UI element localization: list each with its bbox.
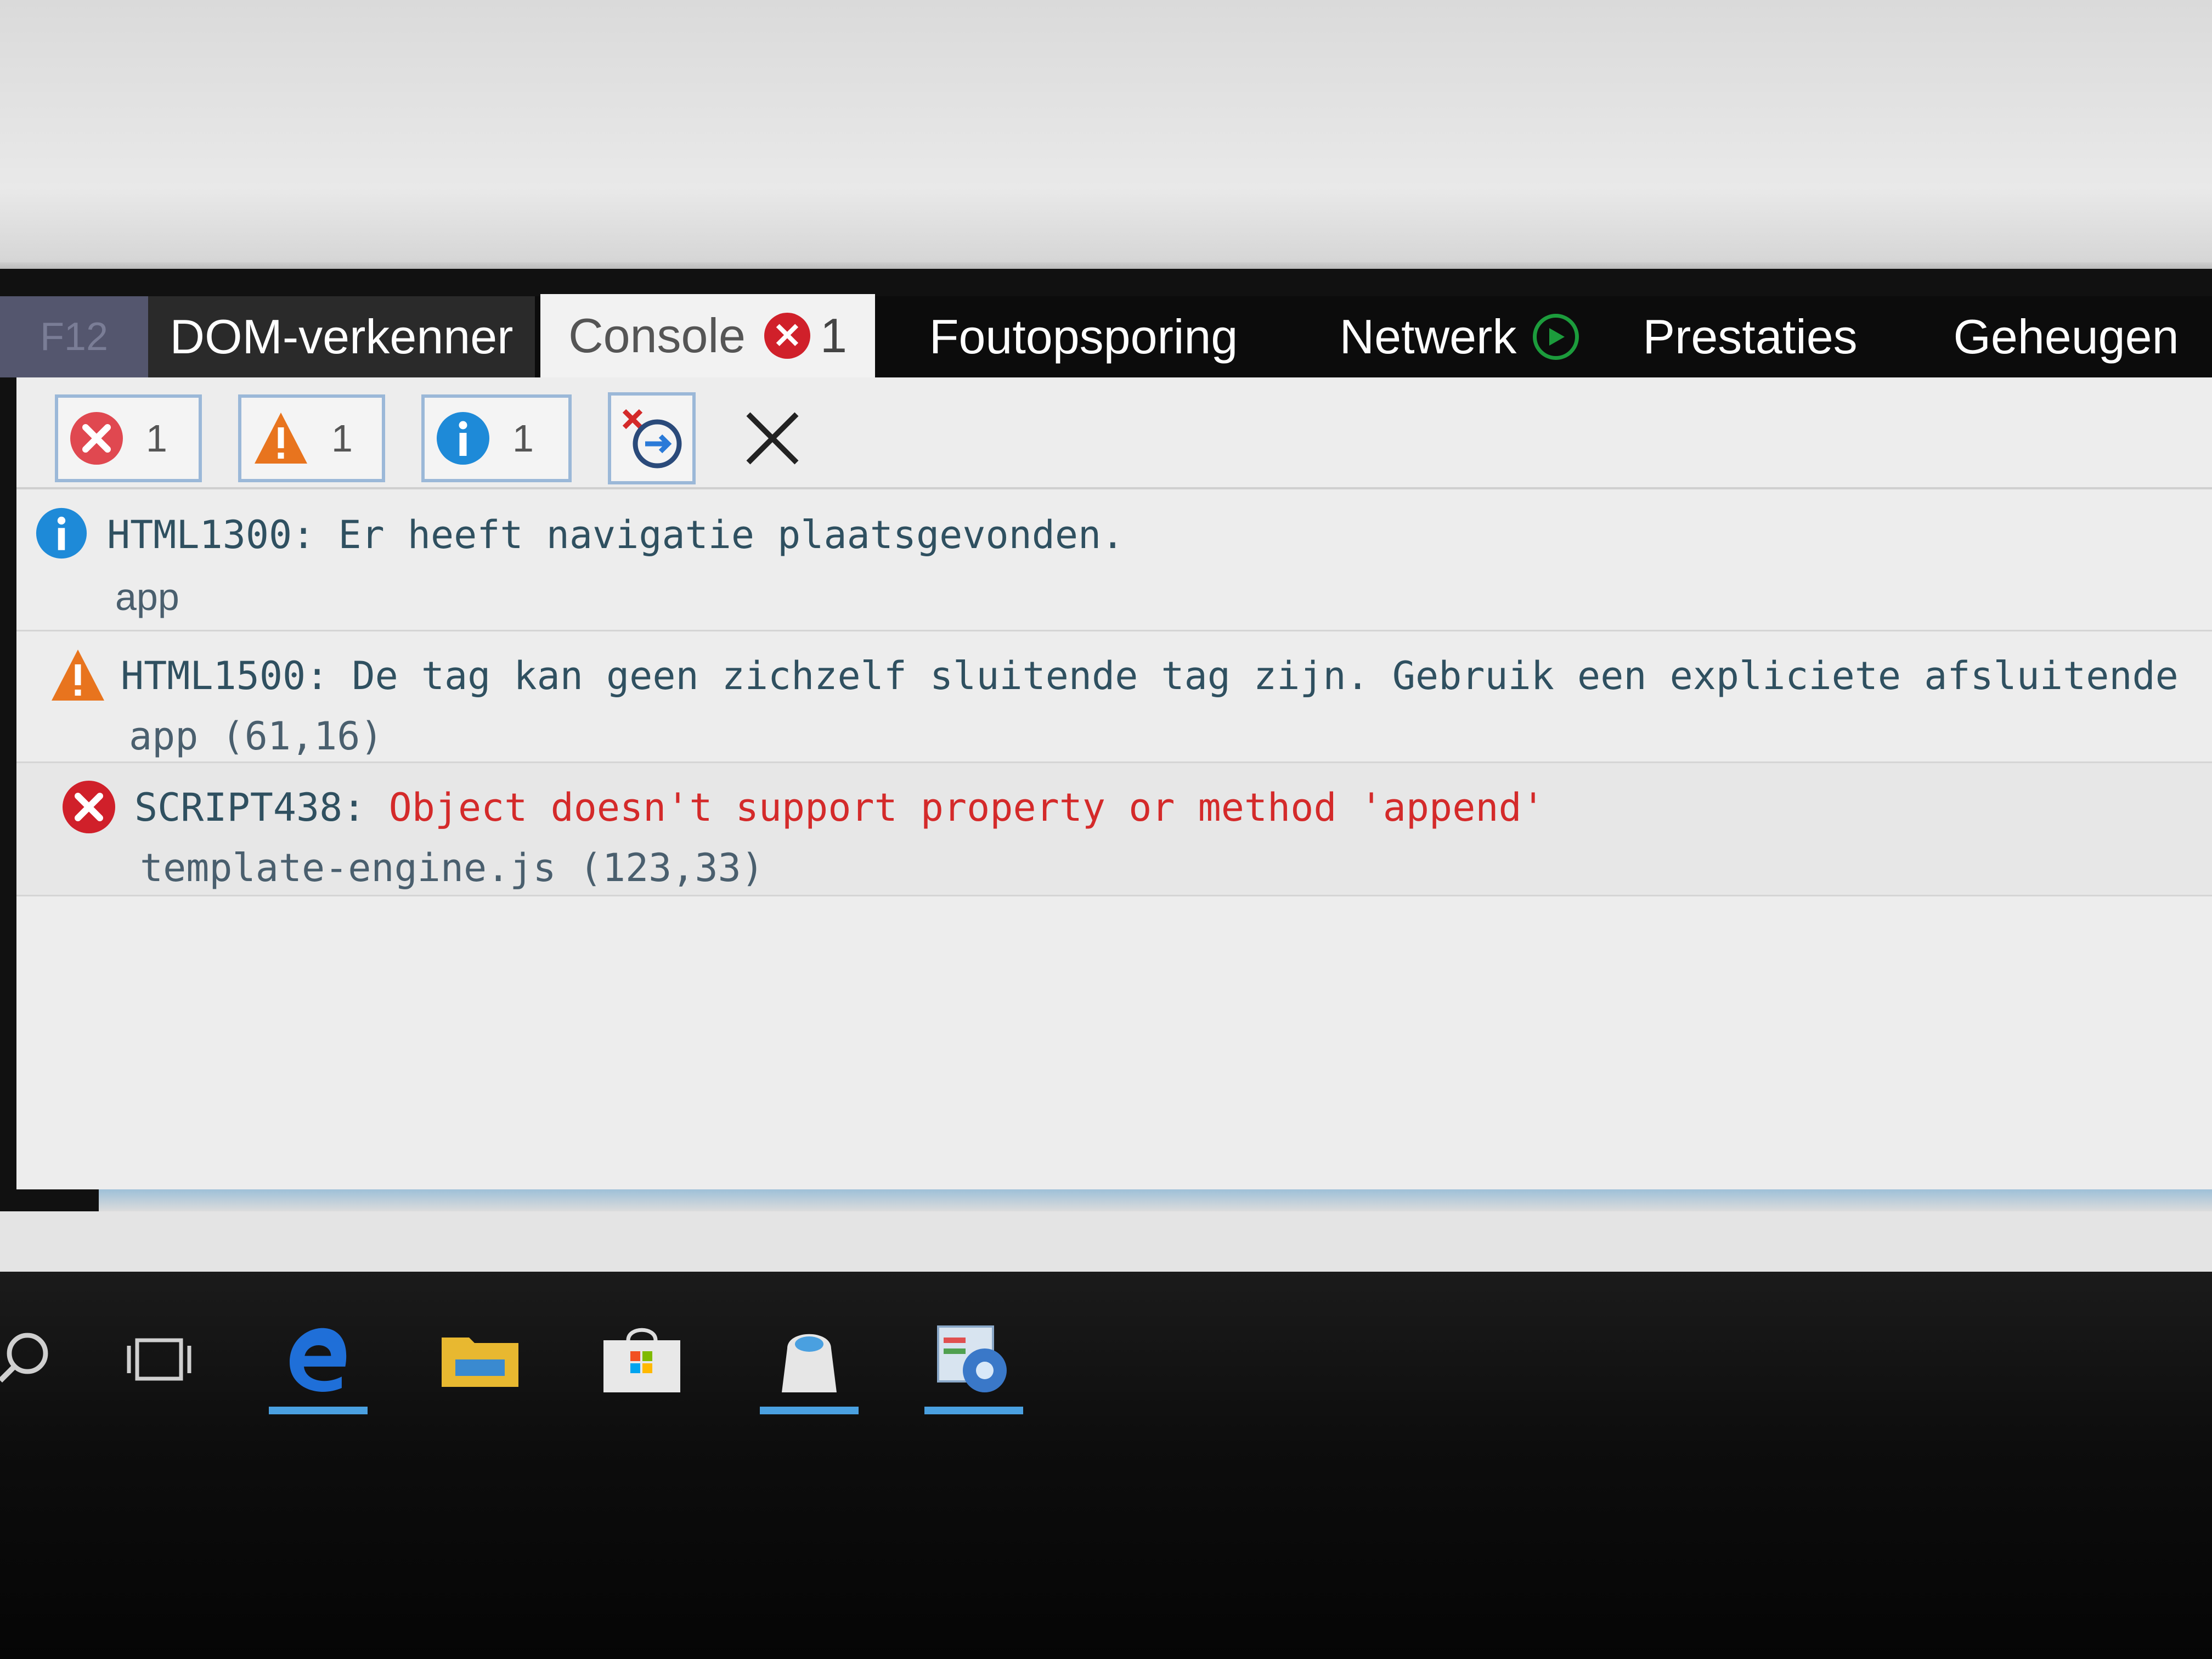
file-explorer-icon [442,1338,518,1387]
active-indicator [269,1407,368,1414]
tab-console[interactable]: Console ✕ 1 [540,294,875,377]
page-edge [0,262,2212,269]
filter-warnings-button[interactable]: 1 [238,394,385,482]
info-count: 1 [512,417,534,460]
message-line: HTML1300: Er heeft navigatie plaatsgevon… [107,512,1124,557]
control-panel-icon [937,1325,1007,1392]
edge-icon [290,1328,347,1392]
message-source[interactable]: app [115,575,179,619]
tab-dom-explorer[interactable]: DOM-verkenner [148,296,535,377]
message-line: SCRIPT438: Object doesn't support proper… [134,785,1545,830]
console-message-info[interactable]: HTML1300: Er heeft navigatie plaatsgevon… [16,493,2212,619]
console-message-warning[interactable]: HTML1500: De tag kan geen zichzelf sluit… [16,630,2212,763]
active-indicator [924,1407,1023,1414]
message-code: HTML1300: [107,512,315,557]
taskbar-edge[interactable] [258,1305,379,1414]
console-panel: 1 1 1 HTML1300: Er heeft navigatie plaat… [16,377,2212,1189]
error-icon [63,781,115,833]
taskbar-file-explorer[interactable] [420,1305,540,1414]
tab-memory-label: Geheugen [1953,309,2179,364]
warning-icon [52,650,104,701]
toolbar-divider [16,487,2212,489]
tab-console-label: Console [568,308,746,363]
tab-dom-label: DOM-verkenner [170,309,514,364]
play-icon [1533,314,1579,360]
info-icon [437,412,489,465]
console-toolbar: 1 1 1 [55,386,805,490]
message-code: SCRIPT438: [134,785,366,830]
warning-count: 1 [331,417,353,460]
taskbar-store[interactable] [582,1305,702,1414]
info-icon [36,507,87,559]
clear-console-button[interactable] [740,405,805,471]
error-badge-icon: ✕ [764,313,810,359]
tab-network-label: Netwerk [1339,309,1517,364]
clear-on-navigate-icon [622,409,682,469]
close-icon [746,412,799,465]
active-indicator [760,1407,859,1414]
taskbar-search[interactable] [0,1305,88,1414]
panel-bottom-edge [99,1189,2212,1211]
message-text: De tag kan geen zichzelf sluitende tag z… [352,653,2179,698]
search-icon [0,1333,48,1383]
clear-on-navigate-button[interactable] [608,392,696,484]
taskbar-control-panel[interactable] [913,1305,1034,1414]
app-icon [782,1334,837,1392]
taskbar [0,1272,2212,1659]
filter-info-button[interactable]: 1 [421,394,572,482]
f12-label: F12 [0,296,148,377]
taskbar-app[interactable] [749,1305,870,1414]
store-icon [603,1328,680,1392]
taskbar-task-view[interactable] [99,1305,219,1414]
browser-page-area [0,0,2212,269]
tab-memory[interactable]: Geheugen [1920,296,2212,377]
error-icon [70,412,123,465]
console-error-count: 1 [820,308,847,363]
message-line: HTML1500: De tag kan geen zichzelf sluit… [121,653,2179,698]
message-text: Object doesn't support property or metho… [388,785,1545,830]
filter-errors-button[interactable]: 1 [55,394,202,482]
page-bottom-strip [0,1211,2212,1272]
message-text: Er heeft navigatie plaatsgevonden. [338,512,1125,557]
message-source-link[interactable]: template-engine.js (123,33) [140,845,764,890]
tab-performance[interactable]: Prestaties [1629,296,1871,377]
task-view-icon [127,1338,191,1381]
devtools-tab-bar: F12 DOM-verkenner Console ✕ 1 Foutopspor… [0,294,2212,377]
f12-text: F12 [40,315,109,359]
error-count: 1 [146,417,167,460]
message-source[interactable]: app (61,16) [129,714,383,759]
console-message-error[interactable]: SCRIPT438: Object doesn't support proper… [16,761,2212,896]
tab-debugger[interactable]: Foutopsporing [900,296,1267,377]
tab-network[interactable]: Netwerk [1295,296,1624,377]
warning-icon [255,413,307,464]
tab-performance-label: Prestaties [1643,309,1858,364]
message-code: HTML1500: [121,653,329,698]
tab-debugger-label: Foutopsporing [929,309,1238,364]
